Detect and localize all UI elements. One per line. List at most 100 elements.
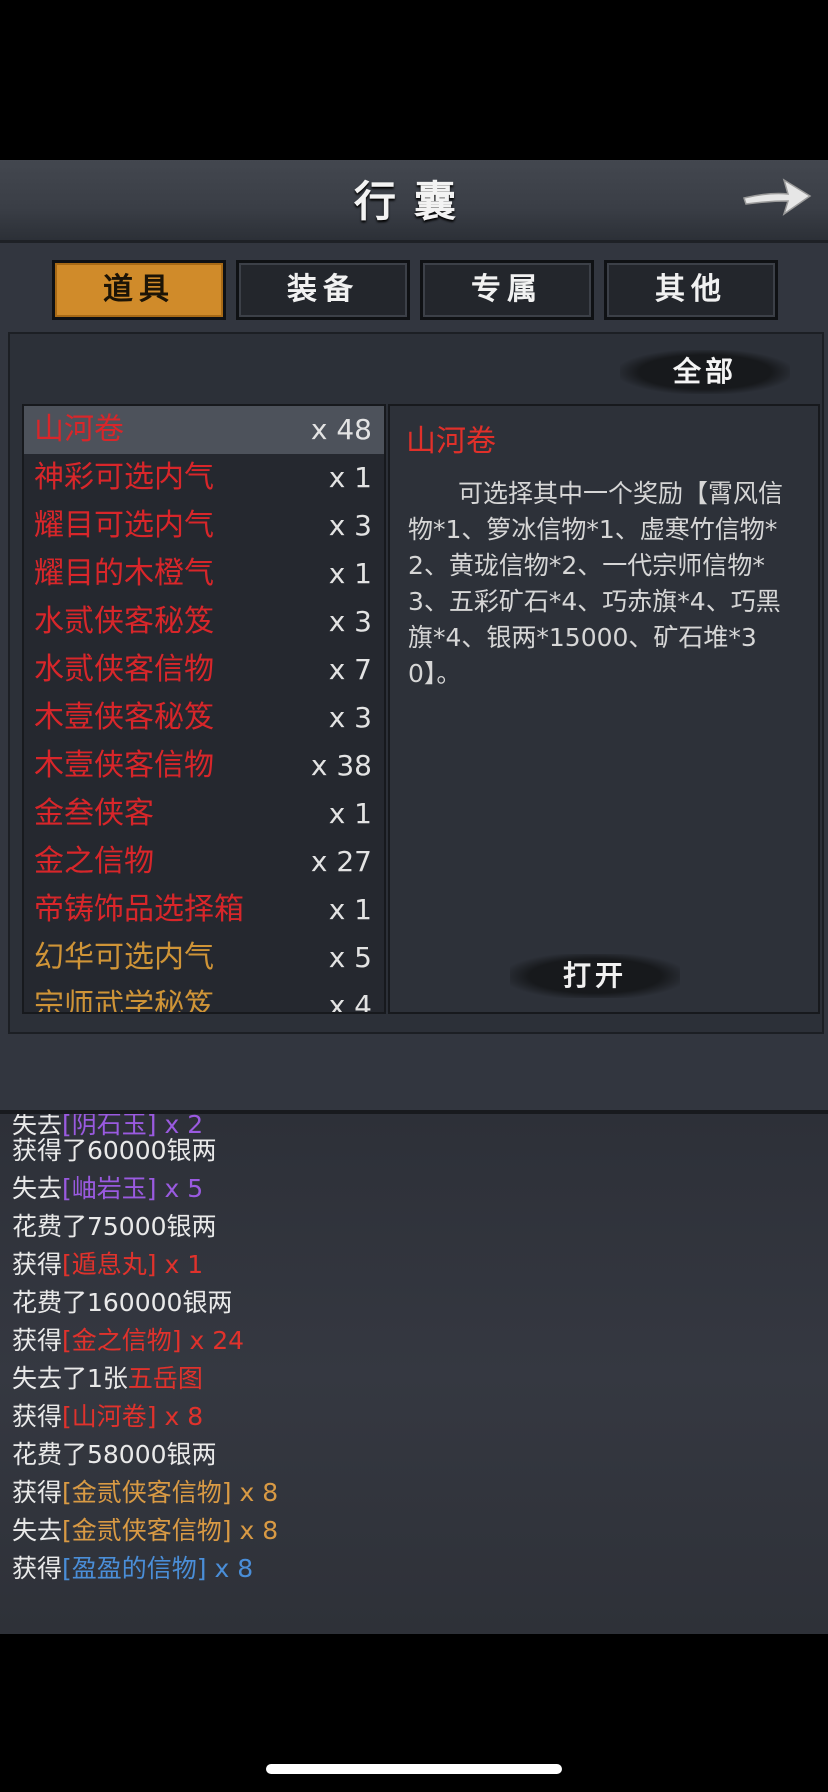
list-item[interactable]: 幻华可选内气 x 5 bbox=[24, 934, 384, 982]
item-quantity: x 7 bbox=[328, 653, 372, 686]
tab-equipment[interactable]: 装备 bbox=[236, 260, 410, 320]
log-item: [金贰侠客信物] bbox=[62, 1516, 232, 1545]
item-quantity: x 1 bbox=[328, 893, 372, 926]
log-line: 失去了1张五岳图 bbox=[12, 1360, 278, 1398]
item-name: 金叁侠客 bbox=[34, 796, 154, 831]
log-prefix: 获得 bbox=[12, 1554, 63, 1583]
log-line: 失去[金贰侠客信物] x 8 bbox=[12, 1512, 278, 1550]
item-quantity: x 1 bbox=[328, 461, 372, 494]
tab-bar: 道具 装备 专属 其他 bbox=[52, 260, 778, 320]
list-item[interactable]: 水贰侠客秘笈 x 3 bbox=[24, 598, 384, 646]
log-item: [盈盈的信物] bbox=[62, 1554, 207, 1583]
log-prefix: 获得 bbox=[12, 1326, 63, 1355]
log-prefix: 失去 bbox=[12, 1110, 63, 1139]
log-line: 失去[岫岩玉] x 5 bbox=[12, 1170, 278, 1208]
arrow-right-icon[interactable] bbox=[740, 168, 814, 224]
log-item: [阴石玉] bbox=[62, 1110, 157, 1139]
item-quantity: x 4 bbox=[328, 989, 372, 1014]
list-item[interactable]: 神彩可选内气 x 1 bbox=[24, 454, 384, 502]
log-prefix: 获得 bbox=[12, 1402, 63, 1431]
log-prefix: 获得 bbox=[12, 1478, 63, 1507]
log-line: 获得[遁息丸] x 1 bbox=[12, 1246, 278, 1284]
list-item[interactable]: 木壹侠客秘笈 x 3 bbox=[24, 694, 384, 742]
item-quantity: x 1 bbox=[328, 557, 372, 590]
log-line: 花费了75000银两 bbox=[12, 1208, 278, 1246]
list-item[interactable]: 宗师武学秘笈 x 4 bbox=[24, 982, 384, 1014]
list-item[interactable]: 水贰侠客信物 x 7 bbox=[24, 646, 384, 694]
log-line: 获得[盈盈的信物] x 8 bbox=[12, 1550, 278, 1588]
log-prefix: 失去了1张 bbox=[12, 1364, 128, 1393]
item-detail-panel: 山河卷 可选择其中一个奖励【霄风信物*1、箩冰信物*1、虚寒竹信物*2、黄珑信物… bbox=[388, 404, 820, 1014]
log-line: 失去[阴石玉] x 2 bbox=[12, 1110, 204, 1144]
item-name: 木壹侠客信物 bbox=[34, 748, 214, 783]
log-item: [山河卷] bbox=[62, 1402, 157, 1431]
item-quantity: x 38 bbox=[310, 749, 372, 782]
item-name: 宗师武学秘笈 bbox=[34, 988, 214, 1014]
log-quantity: x 8 bbox=[231, 1516, 279, 1545]
title-bar: 行囊 bbox=[0, 160, 828, 243]
tab-items[interactable]: 道具 bbox=[52, 260, 226, 320]
item-name: 金之信物 bbox=[34, 844, 154, 879]
item-name: 木壹侠客秘笈 bbox=[34, 700, 214, 735]
log-prefix: 花费了160000银两 bbox=[12, 1288, 233, 1317]
item-quantity: x 1 bbox=[328, 797, 372, 830]
log-item: [金之信物] bbox=[62, 1326, 182, 1355]
screen: 行囊 道具 装备 专属 其他 全部 山河卷 x 48 神彩可选内气 x 1 耀目… bbox=[0, 0, 828, 1792]
item-quantity: x 27 bbox=[310, 845, 372, 878]
item-quantity: x 5 bbox=[328, 941, 372, 974]
list-item[interactable]: 木壹侠客信物 x 38 bbox=[24, 742, 384, 790]
log-quantity: x 5 bbox=[156, 1174, 204, 1203]
log-line: 获得[山河卷] x 8 bbox=[12, 1398, 278, 1436]
item-quantity: x 3 bbox=[328, 701, 372, 734]
item-name: 水贰侠客信物 bbox=[34, 652, 214, 687]
detail-description: 可选择其中一个奖励【霄风信物*1、箩冰信物*1、虚寒竹信物*2、黄珑信物*2、一… bbox=[408, 479, 784, 688]
log-prefix: 花费了58000银两 bbox=[12, 1440, 217, 1469]
item-name: 耀目可选内气 bbox=[34, 508, 214, 543]
item-name: 幻华可选内气 bbox=[34, 940, 214, 975]
tab-exclusive[interactable]: 专属 bbox=[420, 260, 594, 320]
item-quantity: x 3 bbox=[328, 605, 372, 638]
log-prefix: 失去 bbox=[12, 1174, 63, 1203]
item-name: 水贰侠客秘笈 bbox=[34, 604, 214, 639]
item-name: 神彩可选内气 bbox=[34, 460, 214, 495]
log-line: 获得[金之信物] x 24 bbox=[12, 1322, 278, 1360]
open-button[interactable]: 打开 bbox=[510, 954, 680, 998]
item-name: 帝铸饰品选择箱 bbox=[34, 892, 244, 927]
message-log: 失去[阴石玉] x 2 获得了60000银两 失去[岫岩玉] x 5 花费了75… bbox=[0, 1110, 828, 1634]
item-list[interactable]: 山河卷 x 48 神彩可选内气 x 1 耀目可选内气 x 3 耀目的木橙气 x … bbox=[22, 404, 386, 1014]
item-quantity: x 48 bbox=[310, 413, 372, 446]
log-quantity: x 8 bbox=[231, 1478, 279, 1507]
log-line: 花费了58000银两 bbox=[12, 1436, 278, 1474]
content-panel: 全部 山河卷 x 48 神彩可选内气 x 1 耀目可选内气 x 3 耀目的木橙气… bbox=[8, 332, 824, 1034]
tab-other[interactable]: 其他 bbox=[604, 260, 778, 320]
bag-panel: 行囊 道具 装备 专属 其他 全部 山河卷 x 48 神彩可选内气 x 1 耀目… bbox=[0, 160, 828, 1110]
log-quantity: x 8 bbox=[156, 1402, 204, 1431]
list-item[interactable]: 帝铸饰品选择箱 x 1 bbox=[24, 886, 384, 934]
list-item[interactable]: 金叁侠客 x 1 bbox=[24, 790, 384, 838]
log-quantity: x 8 bbox=[206, 1554, 254, 1583]
log-quantity: x 24 bbox=[181, 1326, 245, 1355]
list-item[interactable]: 耀目的木橙气 x 1 bbox=[24, 550, 384, 598]
log-quantity: x 1 bbox=[156, 1250, 204, 1279]
log-prefix: 花费了75000银两 bbox=[12, 1212, 217, 1241]
log-quantity: x 2 bbox=[156, 1110, 204, 1139]
page-title: 行囊 bbox=[353, 177, 474, 226]
log-line: 花费了160000银两 bbox=[12, 1284, 278, 1322]
item-name: 山河卷 bbox=[34, 412, 124, 447]
item-name: 耀目的木橙气 bbox=[34, 556, 214, 591]
log-item: 五岳图 bbox=[127, 1364, 203, 1393]
filter-dropdown[interactable]: 全部 bbox=[620, 350, 790, 394]
list-item[interactable]: 山河卷 x 48 bbox=[24, 406, 384, 454]
detail-item-name: 山河卷 bbox=[406, 424, 496, 459]
item-quantity: x 3 bbox=[328, 509, 372, 542]
log-item: [岫岩玉] bbox=[62, 1174, 157, 1203]
home-indicator[interactable] bbox=[266, 1764, 562, 1774]
list-item[interactable]: 耀目可选内气 x 3 bbox=[24, 502, 384, 550]
log-list: 失去[阴石玉] x 2 获得了60000银两 失去[岫岩玉] x 5 花费了75… bbox=[12, 1114, 278, 1588]
log-prefix: 获得 bbox=[12, 1250, 63, 1279]
log-item: [金贰侠客信物] bbox=[62, 1478, 232, 1507]
list-item[interactable]: 金之信物 x 27 bbox=[24, 838, 384, 886]
log-prefix: 失去 bbox=[12, 1516, 63, 1545]
log-line: 获得[金贰侠客信物] x 8 bbox=[12, 1474, 278, 1512]
log-item: [遁息丸] bbox=[62, 1250, 157, 1279]
